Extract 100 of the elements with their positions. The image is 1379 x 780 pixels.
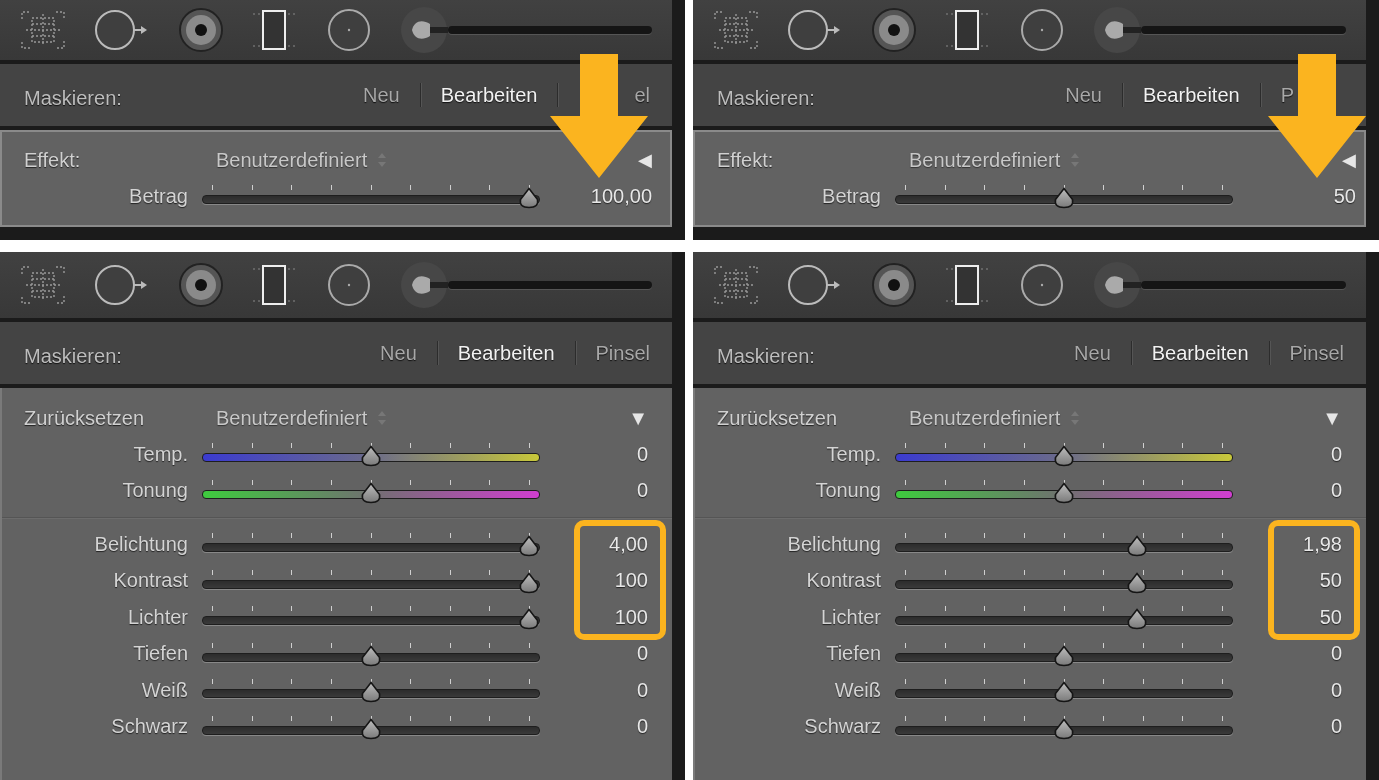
slider-value: 0 (635, 642, 648, 666)
slider-thumb[interactable] (360, 717, 382, 740)
slider-thumb[interactable] (518, 571, 540, 594)
slider-thumb[interactable] (1125, 608, 1148, 631)
slider-label: Lichter (819, 605, 882, 629)
slider-track[interactable] (202, 567, 540, 594)
slider-value: 50 (1318, 569, 1342, 593)
slider-value: 1,98 (1302, 532, 1342, 556)
slider-track[interactable] (202, 604, 540, 631)
mode-tab[interactable]: Pinsel (1289, 341, 1344, 365)
mode-tab[interactable]: Bearbeiten (440, 83, 538, 107)
grid-select-icon[interactable] (713, 10, 759, 50)
eye-icon[interactable] (871, 262, 917, 308)
slider-track[interactable] (895, 604, 1233, 631)
slider-value: 0 (1329, 715, 1342, 739)
slider-label: Schwarz (803, 715, 882, 739)
slider-thumb[interactable] (360, 445, 382, 468)
mask-label: Maskieren: (24, 343, 123, 368)
brush-icon[interactable] (400, 6, 448, 54)
eye-icon[interactable] (178, 7, 224, 53)
eye-icon[interactable] (178, 262, 224, 308)
circle-icon[interactable] (1019, 7, 1065, 53)
slider-value: 100 (613, 569, 648, 593)
slider-track[interactable] (895, 640, 1233, 667)
slider-label: Tonung (121, 479, 189, 503)
brush-icon[interactable] (1093, 6, 1141, 54)
mode-tab[interactable]: el (634, 83, 650, 107)
mode-tab[interactable]: P (1280, 83, 1294, 107)
collapse-toggle[interactable]: ◀ (1342, 149, 1356, 171)
slider-thumb[interactable] (360, 644, 382, 667)
slider-track[interactable] (202, 640, 540, 667)
mode-tab[interactable]: Neu (380, 341, 417, 365)
slider-thumb[interactable] (1053, 187, 1075, 210)
mode-tab[interactable]: Neu (362, 83, 400, 107)
slider-track[interactable] (202, 441, 540, 468)
eye-icon[interactable] (871, 7, 917, 53)
preset-dropdown[interactable]: Benutzerdefiniert (909, 406, 1061, 430)
mode-tab[interactable]: Bearbeiten (457, 341, 555, 365)
slider-track[interactable] (202, 477, 540, 504)
mode-tab[interactable]: Bearbeiten (1142, 83, 1240, 107)
slider-thumb[interactable] (518, 608, 540, 631)
slider-thumb[interactable] (1053, 481, 1075, 504)
slider-track[interactable] (202, 183, 540, 210)
circle-icon[interactable] (1019, 262, 1065, 308)
rectangle-icon[interactable] (945, 263, 991, 307)
brush-icon[interactable] (400, 261, 448, 309)
slider-thumb[interactable] (1053, 681, 1075, 704)
slider-track[interactable] (202, 677, 540, 704)
mode-tab[interactable]: Pinsel (595, 341, 650, 365)
preset-dropdown[interactable]: Benutzerdefiniert (216, 148, 368, 172)
brush-icon[interactable] (1093, 261, 1141, 309)
slider-track[interactable] (895, 477, 1233, 504)
slider-value: 0 (1329, 479, 1342, 503)
preset-dropdown[interactable]: Benutzerdefiniert (216, 406, 368, 430)
slider-label: Weiß (140, 678, 189, 702)
slider-thumb[interactable] (1125, 535, 1148, 558)
slider-track[interactable] (895, 441, 1233, 468)
slider-value: 50 (1318, 605, 1342, 629)
collapse-toggle[interactable]: ◀ (638, 149, 652, 171)
slider-thumb[interactable] (360, 681, 382, 704)
slider-value: 0 (1329, 678, 1342, 702)
slider-thumb[interactable] (518, 535, 540, 558)
grid-select-icon[interactable] (20, 265, 66, 305)
slider-label: Weiß (833, 678, 882, 702)
effect-label: Effekt: (717, 148, 775, 172)
slider-track[interactable] (202, 713, 540, 740)
slider-track[interactable] (202, 531, 540, 558)
slider-thumb[interactable] (518, 187, 540, 210)
effect-label: Effekt: (24, 148, 82, 172)
slider-label: Betrag (128, 184, 189, 208)
slider-thumb[interactable] (360, 481, 382, 504)
circle-icon[interactable] (326, 7, 372, 53)
mode-tab[interactable]: Bearbeiten (1151, 341, 1249, 365)
reset-button[interactable]: Zurücksetzen (24, 406, 216, 430)
rectangle-icon[interactable] (252, 8, 298, 52)
circle-icon[interactable] (326, 262, 372, 308)
reset-button[interactable]: Zurücksetzen (717, 406, 909, 430)
collapse-toggle[interactable]: ▼ (628, 406, 648, 430)
slider-label: Betrag (821, 184, 882, 208)
slider-thumb[interactable] (1125, 571, 1148, 594)
slider-value: 0 (1329, 642, 1342, 666)
rectangle-icon[interactable] (945, 8, 991, 52)
slider-thumb[interactable] (1053, 644, 1075, 667)
slider-track[interactable] (895, 183, 1233, 210)
slider-thumb[interactable] (1053, 445, 1075, 468)
slider-thumb[interactable] (1053, 717, 1075, 740)
slider-track[interactable] (895, 677, 1233, 704)
slider-value: 100,00 (589, 184, 652, 208)
grid-select-icon[interactable] (20, 10, 66, 50)
mode-tab[interactable]: Neu (1074, 341, 1111, 365)
slider-value: 0 (635, 678, 648, 702)
slider-track[interactable] (895, 567, 1233, 594)
slider-track[interactable] (895, 531, 1233, 558)
slider-track[interactable] (895, 713, 1233, 740)
slider-label: Kontrast (112, 569, 189, 593)
grid-select-icon[interactable] (713, 265, 759, 305)
preset-dropdown[interactable]: Benutzerdefiniert (909, 148, 1061, 172)
rectangle-icon[interactable] (252, 263, 298, 307)
collapse-toggle[interactable]: ▼ (1322, 406, 1342, 430)
mode-tab[interactable]: Neu (1065, 83, 1102, 107)
